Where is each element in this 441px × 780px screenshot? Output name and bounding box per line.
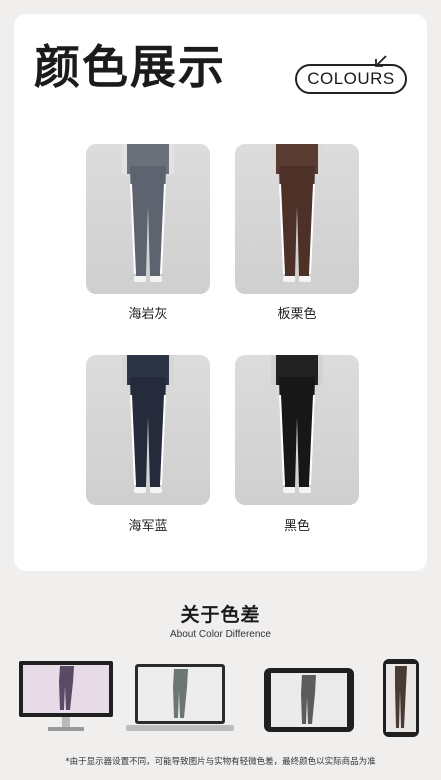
swatch-label: 海军蓝 bbox=[128, 519, 168, 534]
phone-icon bbox=[383, 659, 419, 737]
color-display-card bbox=[14, 14, 427, 571]
pants-image bbox=[122, 144, 174, 282]
section-subtitle: About Color Difference bbox=[170, 629, 271, 640]
swatch-navy[interactable] bbox=[86, 355, 210, 505]
tablet-icon bbox=[264, 668, 354, 732]
colours-badge: COLOURS bbox=[295, 64, 407, 94]
swatch-black[interactable] bbox=[235, 355, 359, 505]
imac-icon bbox=[126, 664, 234, 731]
swatch-label: 板栗色 bbox=[277, 307, 317, 322]
disclaimer-note: *由于显示器设置不同，可能导致图片与实物有轻微色差，最终颜色以实际商品为准 bbox=[65, 757, 376, 767]
page-title: 颜色展示 bbox=[34, 40, 226, 94]
section-title: 关于色差 bbox=[180, 604, 261, 626]
pants-image bbox=[122, 355, 174, 493]
pants-image bbox=[271, 355, 323, 493]
desktop-monitor-icon bbox=[19, 661, 113, 731]
swatch-label: 黑色 bbox=[283, 519, 310, 534]
swatch-label: 海岩灰 bbox=[128, 307, 168, 322]
pants-image bbox=[271, 144, 323, 282]
swatch-sea-rock-grey[interactable] bbox=[86, 144, 210, 294]
swatch-chestnut[interactable] bbox=[235, 144, 359, 294]
